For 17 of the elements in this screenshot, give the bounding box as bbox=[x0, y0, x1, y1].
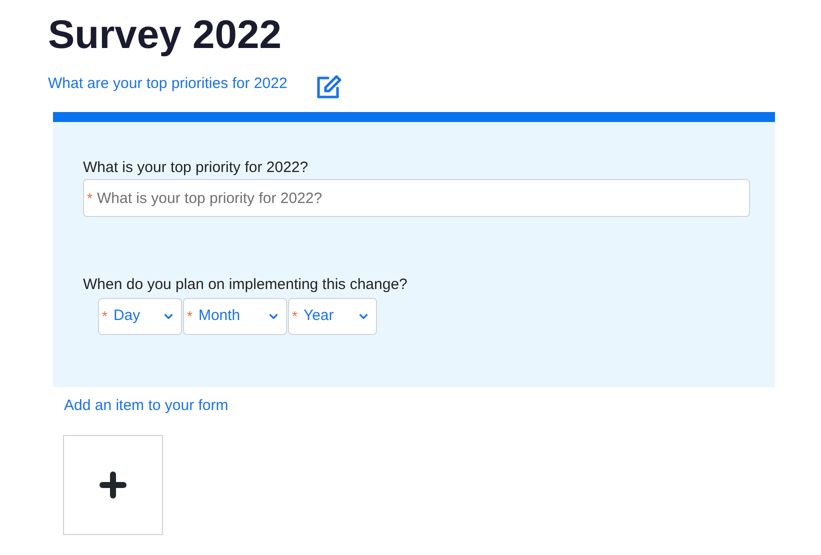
dropdown-select[interactable]: * Day bbox=[98, 298, 182, 335]
add-item-button[interactable] bbox=[63, 435, 163, 535]
question-label: When do you plan on implementing this change? bbox=[83, 275, 408, 295]
select-value: Month bbox=[198, 306, 242, 326]
add-item-link[interactable]: Add an item to your form bbox=[64, 397, 228, 414]
dropdown-select[interactable]: * Month bbox=[183, 298, 287, 335]
question-label: What is your top priority for 2022? bbox=[83, 158, 310, 178]
select-value: Day bbox=[113, 306, 142, 326]
select-value: Year bbox=[303, 306, 335, 326]
required-mark: * bbox=[187, 307, 192, 326]
page-title: Survey 2022 bbox=[48, 12, 283, 59]
required-mark: * bbox=[102, 307, 108, 326]
required-mark: * bbox=[87, 190, 92, 206]
required-mark: * bbox=[292, 307, 298, 326]
edit-icon[interactable] bbox=[315, 74, 344, 100]
form-description: What are your top priorities for 2022 bbox=[48, 74, 288, 94]
dropdown-select[interactable]: * Year bbox=[288, 298, 377, 335]
